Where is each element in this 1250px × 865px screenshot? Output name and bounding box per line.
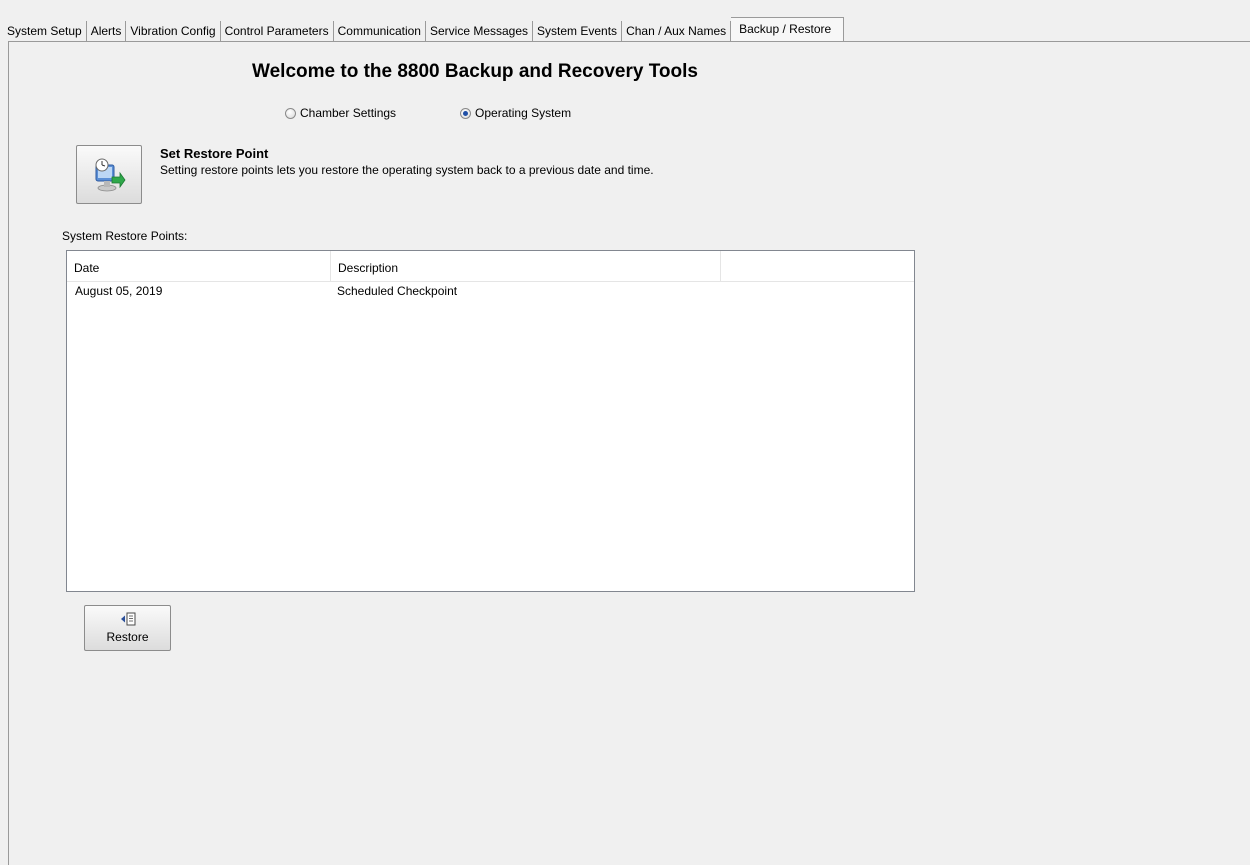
tab-service-messages[interactable]: Service Messages bbox=[426, 21, 534, 41]
row-description: Scheduled Checkpoint bbox=[337, 284, 458, 298]
column-header-description[interactable]: Description bbox=[331, 251, 721, 281]
column-header-date[interactable]: Date bbox=[67, 251, 331, 281]
restore-button-label: Restore bbox=[106, 630, 149, 644]
restore-points-listview[interactable]: Date Description August 05, 2019 Schedul… bbox=[66, 250, 915, 592]
radio-operating-system[interactable]: Operating System bbox=[460, 106, 571, 120]
page-title: Welcome to the 8800 Backup and Recovery … bbox=[252, 61, 698, 82]
table-row[interactable]: August 05, 2019 Scheduled Checkpoint bbox=[67, 282, 914, 300]
tab-alerts[interactable]: Alerts bbox=[87, 21, 127, 41]
radio-chamber-settings[interactable]: Chamber Settings bbox=[285, 106, 396, 120]
tab-backup-restore[interactable]: Backup / Restore bbox=[731, 17, 845, 42]
radio-button-checked[interactable] bbox=[460, 107, 472, 119]
radio-label-operating-system: Operating System bbox=[475, 106, 572, 120]
row-date: August 05, 2019 bbox=[75, 284, 163, 298]
tab-chan-aux-names[interactable]: Chan / Aux Names bbox=[622, 21, 732, 41]
restore-points-label: System Restore Points: bbox=[62, 229, 188, 243]
set-restore-point-heading: Set Restore Point bbox=[160, 146, 269, 161]
tab-system-events[interactable]: System Events bbox=[533, 21, 623, 41]
set-restore-point-button[interactable] bbox=[76, 145, 142, 204]
set-restore-point-description: Setting restore points lets you restore … bbox=[160, 163, 654, 177]
tab-communication[interactable]: Communication bbox=[334, 21, 426, 41]
tab-system-setup[interactable]: System Setup bbox=[4, 21, 87, 41]
restore-document-icon bbox=[120, 612, 135, 626]
tab-strip: System Setup Alerts Vibration Config Con… bbox=[4, 17, 845, 42]
system-restore-icon bbox=[95, 158, 126, 191]
radio-label-chamber-settings: Chamber Settings bbox=[300, 106, 397, 120]
listview-header: Date Description bbox=[67, 251, 914, 282]
tab-control-parameters[interactable]: Control Parameters bbox=[221, 21, 334, 41]
restore-button[interactable]: Restore bbox=[84, 605, 171, 651]
backup-restore-window: System Setup Alerts Vibration Config Con… bbox=[0, 0, 1250, 865]
radio-button-unchecked[interactable] bbox=[285, 107, 296, 119]
column-header-empty[interactable] bbox=[721, 251, 914, 281]
mode-radio-group: Chamber Settings Operating System bbox=[285, 106, 571, 120]
tab-vibration-config[interactable]: Vibration Config bbox=[126, 21, 221, 41]
